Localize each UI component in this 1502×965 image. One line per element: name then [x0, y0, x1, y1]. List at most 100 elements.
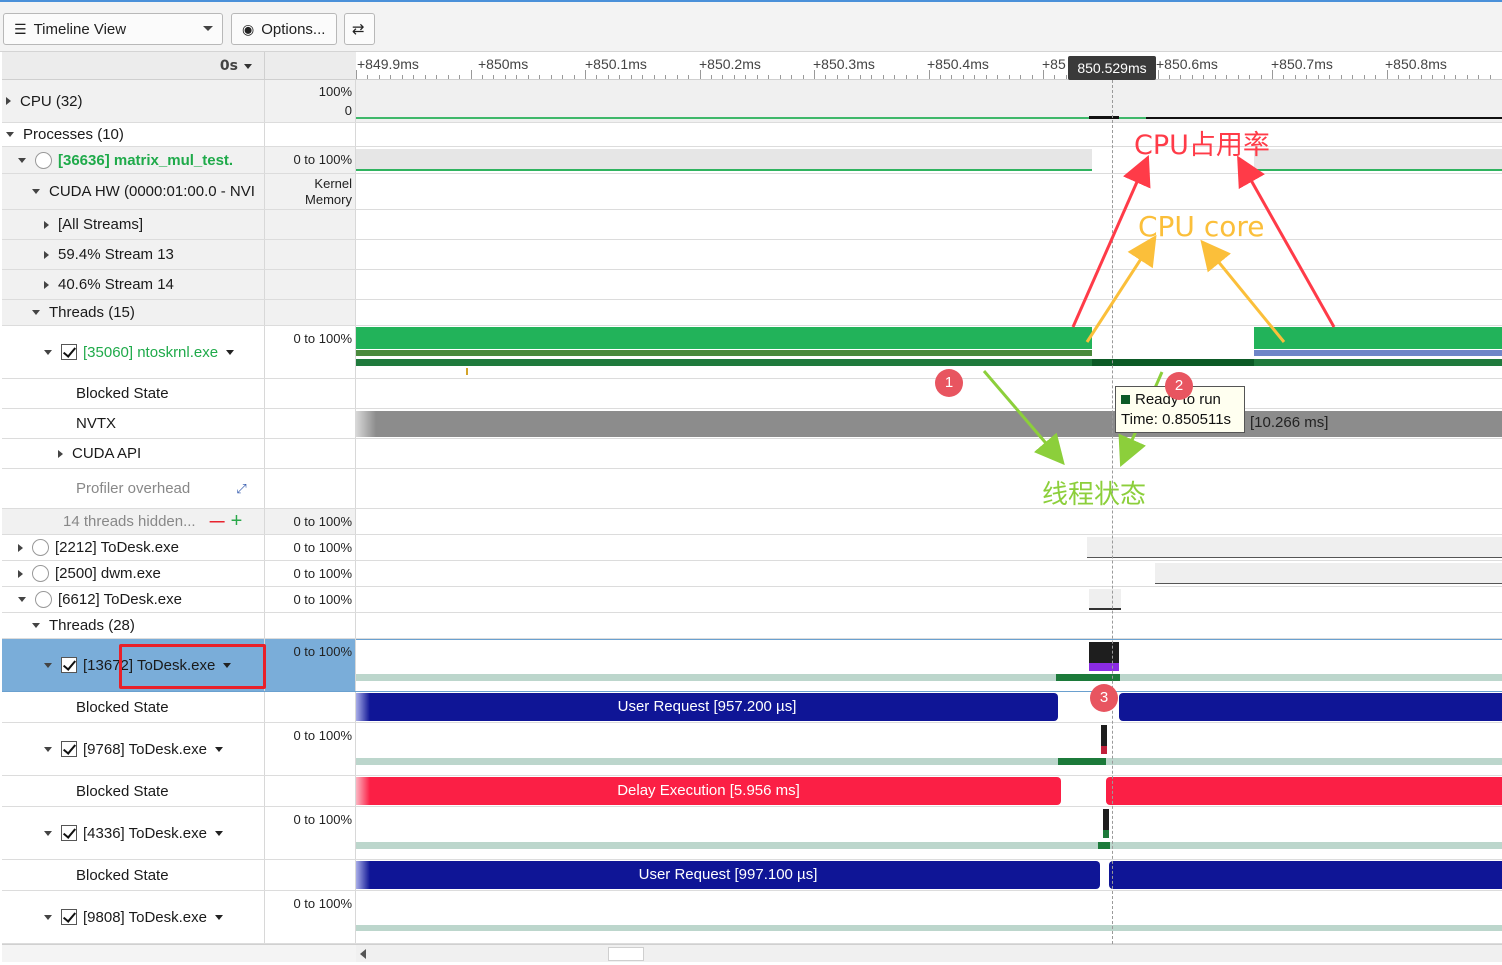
- nvtx-range-bar[interactable]: [356, 411, 1502, 437]
- row-profiler-overhead[interactable]: Profiler overhead ⤢: [2, 469, 1502, 509]
- row-thread-13672[interactable]: [13672] ToDesk.exe 0 to 100%: [2, 639, 1502, 692]
- cpu-core-bar: [1254, 350, 1502, 356]
- ruler-minor-tick: [825, 75, 827, 79]
- expand-icon[interactable]: [44, 250, 49, 259]
- row-stream-13[interactable]: 59.4% Stream 13: [2, 240, 1502, 270]
- cpu-usage-bar: [1089, 642, 1119, 663]
- collapse-icon[interactable]: [32, 623, 40, 628]
- view-select[interactable]: ☰ Timeline View: [3, 13, 223, 45]
- time-offset-selector[interactable]: 0s: [2, 52, 264, 80]
- collapse-icon[interactable]: [44, 746, 52, 752]
- expand-icon[interactable]: [44, 280, 49, 289]
- cpu-track[interactable]: [356, 80, 1502, 122]
- nvtx-scale: [264, 409, 356, 438]
- horizontal-scrollbar[interactable]: [356, 944, 1502, 962]
- nvtx-track[interactable]: [10.266 ms]: [356, 409, 1502, 438]
- chevron-down-icon[interactable]: [223, 662, 232, 668]
- chevron-down-icon[interactable]: [214, 746, 223, 752]
- ruler-minor-tick: [1478, 75, 1480, 79]
- row-cuda-hw[interactable]: CUDA HW (0000:01:00.0 - NVI Kernel Memory: [2, 174, 1502, 210]
- chevron-down-icon[interactable]: [214, 830, 223, 836]
- row-threads-28[interactable]: Threads (28): [2, 613, 1502, 639]
- collapse-icon[interactable]: [18, 597, 26, 602]
- expand-icon[interactable]: [58, 449, 63, 458]
- row-all-streams-label: [All Streams]: [2, 210, 264, 239]
- t4336-track[interactable]: [356, 807, 1502, 859]
- todesk2212-track[interactable]: [356, 535, 1502, 560]
- blocked4-track[interactable]: User Request [997.100 µs]: [356, 860, 1502, 890]
- swap-button[interactable]: ⇄: [344, 13, 375, 45]
- row-process-matrix[interactable]: [36636] matrix_mul_test. 0 to 100%: [2, 147, 1502, 174]
- expand-icon[interactable]: [18, 543, 23, 552]
- t13672-track[interactable]: [356, 639, 1502, 691]
- collapse-icon[interactable]: [44, 830, 52, 836]
- t9808-label: [9808] ToDesk.exe: [83, 908, 207, 926]
- row-thread-9808[interactable]: [9808] ToDesk.exe 0 to 100%: [2, 891, 1502, 944]
- collapse-icon[interactable]: [32, 310, 40, 315]
- collapse-icon[interactable]: [18, 157, 26, 163]
- row-thread-ntoskrnl[interactable]: [35060] ntoskrnl.exe 0 to 100%: [2, 326, 1502, 379]
- row-blocked-state[interactable]: Blocked State User Request [997.100 µs]: [2, 860, 1502, 891]
- link-icon[interactable]: ⤢: [236, 481, 246, 497]
- collapse-threads-button[interactable]: —: [210, 513, 225, 530]
- chevron-down-icon[interactable]: [214, 914, 223, 920]
- row-blocked-state[interactable]: Blocked State Delay Execution [5.956 ms]: [2, 776, 1502, 807]
- todesk6612-track[interactable]: [356, 587, 1502, 612]
- expand-threads-button[interactable]: +: [231, 510, 243, 533]
- collapse-icon[interactable]: [44, 349, 52, 355]
- threads15-label: Threads (15): [49, 304, 135, 321]
- chevron-down-icon[interactable]: [226, 349, 235, 355]
- ruler-minor-tick: [470, 70, 472, 79]
- dwm-track[interactable]: [356, 561, 1502, 586]
- expand-icon[interactable]: [6, 97, 11, 105]
- scrollbar-thumb[interactable]: [608, 947, 644, 961]
- user-request-bar[interactable]: [1109, 861, 1502, 889]
- row-cpu[interactable]: CPU (32) 100% 0: [2, 80, 1502, 123]
- event-marker: [466, 368, 468, 375]
- collapse-icon[interactable]: [6, 132, 14, 137]
- delay-execution-bar[interactable]: [1106, 777, 1502, 805]
- row-all-streams[interactable]: [All Streams]: [2, 210, 1502, 240]
- ruler-tick: +850ms: [478, 56, 529, 72]
- time-ruler[interactable]: +849.9ms +850ms +850.1ms +850.2ms +850.3…: [356, 52, 1502, 80]
- row-stream-14[interactable]: 40.6% Stream 14: [2, 270, 1502, 300]
- todesk6612-label: [6612] ToDesk.exe: [58, 591, 182, 608]
- expand-icon[interactable]: [18, 569, 23, 578]
- row-nvtx[interactable]: NVTX [10.266 ms]: [2, 409, 1502, 439]
- row-process-dwm[interactable]: [2500] dwm.exe 0 to 100%: [2, 561, 1502, 587]
- ruler-minor-tick: [585, 70, 586, 79]
- ruler-tick: +850.3ms: [813, 56, 875, 72]
- thread-checkbox[interactable]: [61, 825, 77, 841]
- t9768-track[interactable]: [356, 723, 1502, 775]
- expand-icon[interactable]: [44, 220, 49, 229]
- options-button[interactable]: ◉ Options...: [231, 13, 337, 45]
- collapse-icon[interactable]: [44, 662, 52, 668]
- ruler-minor-tick: [997, 75, 999, 79]
- row-threads-15[interactable]: Threads (15): [2, 300, 1502, 326]
- row-process-2212[interactable]: [2212] ToDesk.exe 0 to 100%: [2, 535, 1502, 561]
- row-cuda-api[interactable]: CUDA API: [2, 439, 1502, 469]
- thread-checkbox[interactable]: [61, 344, 77, 360]
- thread-checkbox[interactable]: [61, 657, 77, 673]
- row-process-6612[interactable]: [6612] ToDesk.exe 0 to 100%: [2, 587, 1502, 613]
- nvtx-range-label: [10.266 ms]: [1250, 414, 1329, 431]
- blocked3-track[interactable]: Delay Execution [5.956 ms]: [356, 776, 1502, 806]
- row-blocked-state[interactable]: Blocked State: [2, 379, 1502, 409]
- thread-checkbox[interactable]: [61, 909, 77, 925]
- matrix-track[interactable]: [356, 147, 1502, 173]
- t9808-track[interactable]: [356, 891, 1502, 943]
- collapse-icon[interactable]: [44, 914, 52, 920]
- row-thread-4336[interactable]: [4336] ToDesk.exe 0 to 100%: [2, 807, 1502, 860]
- row-blocked-state[interactable]: Blocked State User Request [957.200 µs]: [2, 692, 1502, 723]
- ruler-minor-tick: [1168, 75, 1170, 79]
- ruler-minor-tick: [436, 75, 438, 79]
- scroll-left-icon[interactable]: [360, 949, 366, 959]
- user-request-bar[interactable]: [1119, 693, 1502, 721]
- ntoskrnl-track[interactable]: [356, 326, 1502, 378]
- blocked2-track[interactable]: User Request [957.200 µs]: [356, 692, 1502, 722]
- row-processes[interactable]: Processes (10): [2, 123, 1502, 147]
- row-thread-9768[interactable]: [9768] ToDesk.exe 0 to 100%: [2, 723, 1502, 776]
- thread-checkbox[interactable]: [61, 741, 77, 757]
- collapse-icon[interactable]: [32, 189, 40, 194]
- row-hidden-threads[interactable]: 14 threads hidden... — + 0 to 100%: [2, 509, 1502, 535]
